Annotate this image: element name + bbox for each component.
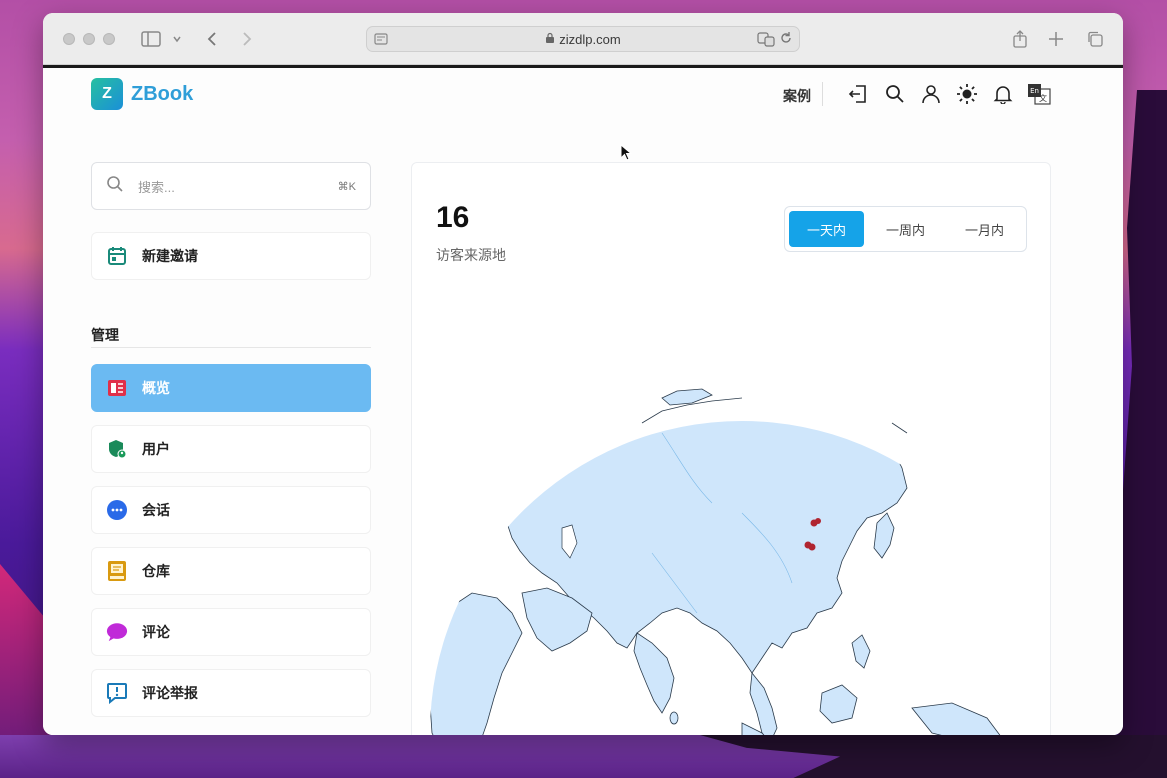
web-page: Z ZBook 案例 En 文 搜索... ⌘K 新建邀请 管理 概览 用户 会…: [43, 68, 1123, 735]
new-invite-label: 新建邀请: [142, 248, 198, 264]
sidebar-item-label: 仓库: [142, 563, 170, 579]
landmass-new-guinea: [911, 702, 1003, 735]
landmass-southeast-asia: [749, 671, 778, 735]
landmass-philippines: [851, 634, 871, 669]
chat-dots-icon: [106, 499, 128, 521]
tab-one-week[interactable]: 一周内: [868, 211, 943, 247]
landmass-africa: [430, 592, 523, 735]
sun-icon[interactable]: [955, 82, 979, 106]
report-icon: [106, 682, 128, 704]
section-divider: [91, 347, 371, 348]
search-icon[interactable]: [883, 82, 907, 106]
svg-text:En: En: [1030, 87, 1039, 95]
mouse-cursor-icon: [620, 144, 632, 161]
tab-one-month[interactable]: 一月内: [947, 211, 1022, 247]
visitor-count: 16: [436, 201, 470, 234]
calendar-icon: [106, 245, 128, 267]
tab-one-day[interactable]: 一天内: [789, 211, 864, 247]
landmass-sri-lanka: [669, 711, 679, 725]
landmass-japan: [873, 512, 895, 559]
comment-icon: [106, 621, 128, 643]
user-shield-icon: [106, 438, 128, 460]
wallpaper-tree: [1117, 90, 1167, 778]
lock-icon: [545, 32, 555, 47]
visitor-map-card: 16 访客来源地 一天内 一周内 一月内: [411, 162, 1051, 735]
nav-case-link[interactable]: 案例: [783, 86, 811, 106]
share-icon[interactable]: [1008, 27, 1032, 51]
translate-icon[interactable]: [757, 31, 775, 50]
close-window-button[interactable]: [63, 33, 75, 45]
search-icon: [106, 175, 124, 198]
chevron-down-icon[interactable]: [165, 27, 189, 51]
time-range-selector: 一天内 一周内 一月内: [784, 206, 1027, 252]
sidebar-item-repos[interactable]: 仓库: [91, 547, 371, 595]
sidebar-item-label: 用户: [142, 441, 170, 457]
sidebar-item-users[interactable]: 用户: [91, 425, 371, 473]
visitor-marker: [808, 543, 816, 551]
browser-window: zizdlp.com Z ZBook 案例 En 文 搜索... ⌘K 新建邀请…: [43, 13, 1123, 735]
address-bar[interactable]: zizdlp.com: [366, 26, 800, 52]
sidebar-item-label: 评论: [142, 624, 170, 640]
logout-icon[interactable]: [846, 82, 870, 106]
landmass-india: [633, 632, 675, 714]
landmass-borneo: [819, 684, 858, 724]
forward-icon[interactable]: [235, 27, 259, 51]
section-title: 管理: [91, 327, 119, 343]
visitor-label: 访客来源地: [436, 247, 506, 263]
sidebar-item-label: 评论举报: [142, 685, 198, 701]
sidebar-item-sessions[interactable]: 会话: [91, 486, 371, 534]
url-text: zizdlp.com: [559, 31, 621, 47]
search-placeholder: 搜索...: [138, 179, 175, 195]
book-icon: [106, 560, 128, 582]
new-tab-icon[interactable]: [1044, 27, 1068, 51]
sidebar-item-comment-reports[interactable]: 评论举报: [91, 669, 371, 717]
sidebar-item-label: 会话: [142, 502, 170, 518]
search-shortcut: ⌘K: [337, 180, 356, 193]
sidebar-item-overview[interactable]: 概览: [91, 364, 371, 412]
overview-icon: [106, 377, 128, 399]
browser-toolbar: zizdlp.com: [43, 13, 1123, 65]
reload-icon[interactable]: [779, 31, 793, 50]
visitor-marker: [815, 518, 821, 524]
tab-overview-icon[interactable]: [1083, 27, 1107, 51]
bell-icon[interactable]: [991, 82, 1015, 106]
sidebar-toggle-icon[interactable]: [139, 27, 163, 51]
search-input[interactable]: 搜索... ⌘K: [91, 162, 371, 210]
svg-text:文: 文: [1039, 93, 1047, 103]
sidebar-item-label: 概览: [142, 380, 170, 396]
logo-text: ZBook: [131, 82, 194, 105]
zoom-window-button[interactable]: [103, 33, 115, 45]
user-icon[interactable]: [919, 82, 943, 106]
back-icon[interactable]: [200, 27, 224, 51]
logo-mark: Z: [91, 78, 123, 110]
language-icon[interactable]: En 文: [1027, 82, 1051, 106]
new-invite-button[interactable]: 新建邀请: [91, 232, 371, 280]
nav-divider: [822, 82, 823, 106]
visitor-globe-map[interactable]: [412, 313, 1051, 735]
minimize-window-button[interactable]: [83, 33, 95, 45]
sidebar-item-comments[interactable]: 评论: [91, 608, 371, 656]
page-menu-icon[interactable]: [373, 31, 389, 50]
logo[interactable]: Z ZBook: [91, 78, 193, 110]
